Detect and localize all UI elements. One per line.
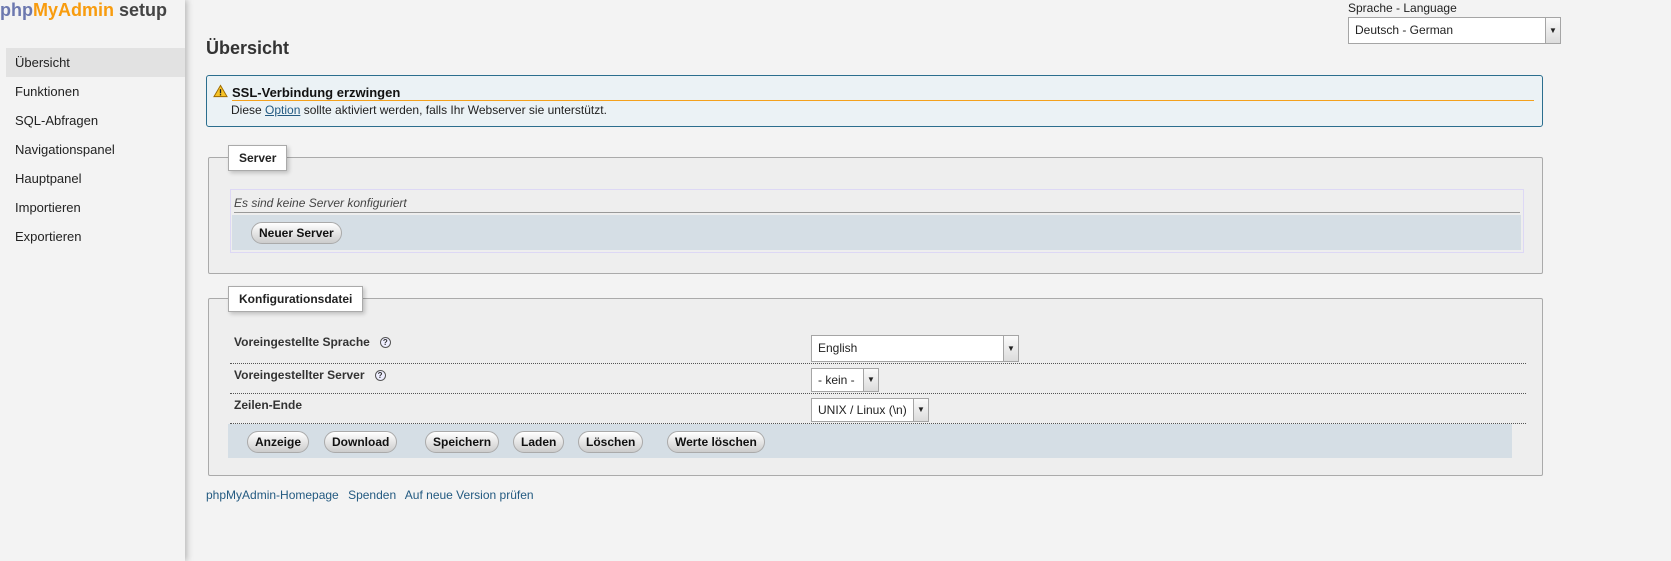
sidebar-menu: Übersicht Funktionen SQL-Abfragen Naviga… — [6, 48, 185, 251]
line-ending-select[interactable]: UNIX / Linux (\n) ▼ — [811, 398, 929, 422]
chevron-down-icon: ▼ — [1003, 336, 1018, 361]
logo-setup: setup — [119, 0, 168, 20]
sidebar-item-importieren[interactable]: Importieren — [6, 193, 185, 222]
notice-title: SSL-Verbindung erzwingen — [232, 85, 401, 100]
default-server-select[interactable]: - kein - ▼ — [811, 368, 879, 392]
sidebar-item-exportieren[interactable]: Exportieren — [6, 222, 185, 251]
main-content: Übersicht Sprache - Language Deutsch - G… — [185, 0, 1671, 561]
config-legend: Konfigurationsdatei — [228, 286, 364, 312]
logo-myadmin: MyAdmin — [33, 0, 114, 20]
notice-divider — [232, 100, 1534, 101]
notice-text-after: sollte aktiviert werden, falls Ihr Webse… — [300, 103, 607, 117]
display-button[interactable]: Anzeige — [247, 431, 310, 453]
help-icon[interactable]: ? — [379, 337, 391, 349]
server-actions-bar: Neuer Server — [232, 215, 1521, 250]
config-row-default-server: Voreingestellter Server? - kein - ▼ — [230, 364, 1526, 394]
chevron-down-icon: ▼ — [913, 399, 928, 421]
default-language-select[interactable]: English ▼ — [811, 335, 1019, 362]
config-row-default-language: Voreingestellte Sprache? English ▼ — [230, 329, 1526, 364]
page-title: Übersicht — [206, 38, 290, 58]
donate-link[interactable]: Spenden — [348, 488, 396, 502]
server-table: Es sind keine Server konfiguriert Neuer … — [230, 189, 1524, 253]
logo-php: php — [0, 0, 33, 20]
default-server-value: - kein - — [818, 373, 855, 387]
config-actions-bar: Anzeige Download Speichern Laden Löschen… — [228, 424, 1512, 458]
warning-icon — [213, 84, 228, 98]
save-button[interactable]: Speichern — [425, 431, 500, 453]
ssl-notice: SSL-Verbindung erzwingen Diese Option so… — [206, 75, 1543, 127]
sidebar-item-navigationspanel[interactable]: Navigationspanel — [6, 135, 185, 164]
chevron-down-icon: ▼ — [1545, 18, 1560, 43]
config-label: Voreingestellte Sprache? — [234, 335, 391, 349]
config-fieldset: Konfigurationsdatei Voreingestellte Spra… — [208, 286, 1543, 476]
homepage-link[interactable]: phpMyAdmin-Homepage — [206, 488, 339, 502]
download-button[interactable]: Download — [324, 431, 398, 453]
divider — [234, 212, 1520, 213]
server-legend: Server — [228, 145, 288, 171]
help-icon[interactable]: ? — [374, 370, 386, 382]
delete-button[interactable]: Löschen — [578, 431, 644, 453]
config-label-text: Voreingestellter Server — [234, 368, 365, 382]
language-select-value: Deutsch - German — [1355, 23, 1454, 37]
footer-links: phpMyAdmin-Homepage Spenden Auf neue Ver… — [206, 488, 540, 502]
notice-text-before: Diese — [231, 103, 266, 117]
notice-option-link[interactable]: Option — [265, 103, 300, 117]
sidebar-item-hauptpanel[interactable]: Hauptpanel — [6, 164, 185, 193]
sidebar-item-uebersicht[interactable]: Übersicht — [6, 48, 185, 77]
config-label-text: Voreingestellte Sprache — [234, 335, 370, 349]
language-selector: Sprache - Language Deutsch - German ▼ — [1348, 0, 1561, 44]
new-server-button[interactable]: Neuer Server — [251, 222, 342, 244]
server-fieldset: Server Es sind keine Server konfiguriert… — [208, 145, 1543, 274]
config-label: Voreingestellter Server? — [234, 368, 386, 382]
sidebar-item-sql-abfragen[interactable]: SQL-Abfragen — [6, 106, 185, 135]
config-row-line-ending: Zeilen-Ende UNIX / Linux (\n) ▼ — [230, 394, 1526, 424]
load-button[interactable]: Laden — [513, 431, 565, 453]
language-label: Sprache - Language — [1348, 1, 1457, 15]
default-language-value: English — [818, 341, 858, 355]
no-server-message: Es sind keine Server konfiguriert — [234, 196, 407, 210]
config-label: Zeilen-Ende — [234, 398, 303, 412]
check-version-link[interactable]: Auf neue Version prüfen — [405, 488, 534, 502]
notice-text: Diese Option sollte aktiviert werden, fa… — [231, 103, 607, 117]
sidebar: phpMyAdmin setup Übersicht Funktionen SQL… — [0, 0, 185, 561]
clear-values-button[interactable]: Werte löschen — [667, 431, 765, 453]
chevron-down-icon: ▼ — [863, 369, 878, 391]
app-logo[interactable]: phpMyAdmin setup — [0, 0, 167, 21]
sidebar-item-funktionen[interactable]: Funktionen — [6, 77, 185, 106]
language-select[interactable]: Deutsch - German ▼ — [1348, 17, 1561, 44]
line-ending-value: UNIX / Linux (\n) — [818, 403, 907, 417]
